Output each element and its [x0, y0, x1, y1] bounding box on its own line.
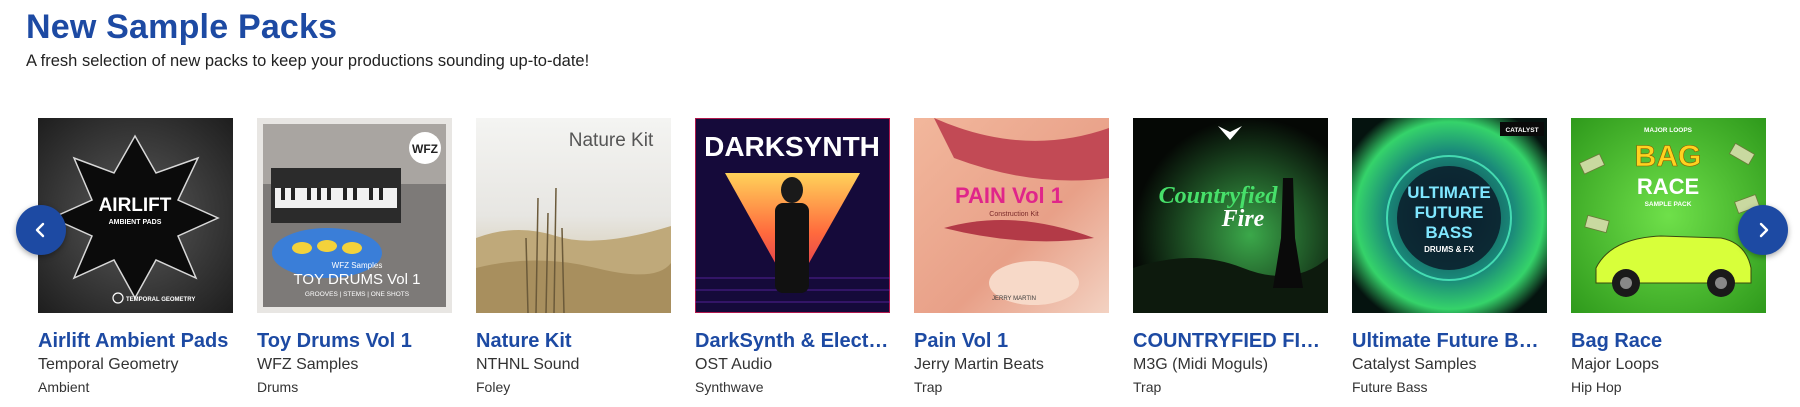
- pack-card[interactable]: AIRLIFT AMBIENT PADS TEMPORAL GEOMETRY A…: [38, 118, 233, 395]
- pack-genre[interactable]: Drums: [257, 379, 452, 395]
- cover-title-text: DARKSYNTH: [704, 131, 880, 162]
- cover-title-text: TOY DRUMS Vol 1: [294, 271, 421, 288]
- cover-title-text: BAG: [1635, 140, 1702, 173]
- sample-pack-carousel: AIRLIFT AMBIENT PADS TEMPORAL GEOMETRY A…: [38, 118, 1778, 398]
- pack-card[interactable]: CATALYST ULTIMATE FUTURE BASS DRUMS & FX…: [1352, 118, 1547, 395]
- carousel-next-button[interactable]: [1738, 205, 1788, 255]
- pack-artist[interactable]: Major Loops: [1571, 356, 1766, 374]
- chevron-right-icon: [1759, 222, 1769, 238]
- pack-title-link[interactable]: Airlift Ambient Pads: [38, 330, 233, 353]
- cover-subtitle-text: SAMPLE PACK: [1645, 201, 1692, 208]
- pack-title-link[interactable]: Toy Drums Vol 1: [257, 330, 452, 353]
- cover-subtitle-text: DRUMS & FX: [1424, 245, 1474, 254]
- section-title: New Sample Packs: [26, 8, 338, 46]
- pack-genre[interactable]: Future Bass: [1352, 379, 1547, 395]
- pack-genre[interactable]: Foley: [476, 379, 671, 395]
- pack-cover-image[interactable]: DARKSYNTH: [695, 118, 890, 313]
- pack-cover-image[interactable]: PAIN Vol 1 Construction Kit JERRY MARTIN: [914, 118, 1109, 313]
- pack-title-link[interactable]: Ultimate Future B…: [1352, 330, 1547, 353]
- pack-title-link[interactable]: Nature Kit: [476, 330, 671, 353]
- cover-title-text: ULTIMATE: [1407, 183, 1490, 202]
- pack-card[interactable]: Nature Kit Nature Kit NTHNL Sound Foley: [476, 118, 671, 395]
- pack-cover-image[interactable]: WFZ WFZ Samples TOY DRUMS Vol 1 GROOVES …: [257, 118, 452, 313]
- pack-card[interactable]: PAIN Vol 1 Construction Kit JERRY MARTIN…: [914, 118, 1109, 395]
- pack-artist[interactable]: Temporal Geometry: [38, 356, 233, 374]
- pack-artist[interactable]: Catalyst Samples: [1352, 356, 1547, 374]
- chevron-left-icon: [35, 222, 45, 238]
- pack-cover-image[interactable]: Nature Kit: [476, 118, 671, 313]
- pack-artist[interactable]: OST Audio: [695, 356, 890, 374]
- section-subtitle: A fresh selection of new packs to keep y…: [26, 52, 590, 70]
- cover-subtitle-text: Fire: [1221, 206, 1265, 232]
- pack-genre[interactable]: Trap: [914, 379, 1109, 395]
- cover-badge-text: WFZ: [412, 142, 438, 156]
- carousel-prev-button[interactable]: [16, 205, 66, 255]
- pack-cover-image[interactable]: Countryfied Fire: [1133, 118, 1328, 313]
- cover-title-text: FUTURE: [1415, 203, 1484, 222]
- cover-title-text: PAIN Vol 1: [955, 183, 1063, 208]
- cover-brand-text: JERRY MARTIN: [992, 296, 1036, 302]
- pack-card[interactable]: Countryfied Fire COUNTRYFIED FI… M3G (Mi…: [1133, 118, 1328, 395]
- cover-title-text: AIRLIFT: [99, 195, 172, 216]
- pack-genre[interactable]: Trap: [1133, 379, 1328, 395]
- cover-brand-text: CATALYST: [1505, 127, 1538, 134]
- pack-artist[interactable]: Jerry Martin Beats: [914, 356, 1109, 374]
- cover-brand-text: MAJOR LOOPS: [1644, 127, 1693, 134]
- cover-title-text: BASS: [1425, 223, 1472, 242]
- cover-label-text: WFZ Samples: [332, 261, 383, 270]
- cover-subtitle-text: AMBIENT PADS: [109, 219, 162, 226]
- pack-cover-image[interactable]: AIRLIFT AMBIENT PADS TEMPORAL GEOMETRY: [38, 118, 233, 313]
- cover-subtitle-text: Construction Kit: [989, 211, 1038, 218]
- pack-artist[interactable]: WFZ Samples: [257, 356, 452, 374]
- pack-card[interactable]: WFZ WFZ Samples TOY DRUMS Vol 1 GROOVES …: [257, 118, 452, 395]
- pack-artist[interactable]: NTHNL Sound: [476, 356, 671, 374]
- pack-card[interactable]: DARKSYNTH DarkSynth & Elect… OST Audio S…: [695, 118, 890, 395]
- pack-artist[interactable]: M3G (Midi Moguls): [1133, 356, 1328, 374]
- pack-title-link[interactable]: Bag Race: [1571, 330, 1766, 353]
- pack-cover-image[interactable]: CATALYST ULTIMATE FUTURE BASS DRUMS & FX: [1352, 118, 1547, 313]
- pack-genre[interactable]: Hip Hop: [1571, 379, 1766, 395]
- cover-subtitle-text: GROOVES | STEMS | ONE SHOTS: [305, 291, 410, 298]
- cover-brand-text: TEMPORAL GEOMETRY: [126, 297, 195, 303]
- pack-genre[interactable]: Ambient: [38, 379, 233, 395]
- pack-title-link[interactable]: DarkSynth & Elect…: [695, 330, 890, 353]
- pack-title-link[interactable]: COUNTRYFIED FI…: [1133, 330, 1328, 353]
- cover-title-text: Nature Kit: [569, 130, 654, 151]
- pack-cover-image[interactable]: MAJOR LOOPS BAG RACE SAMPLE PACK: [1571, 118, 1766, 313]
- cover-title-text: RACE: [1637, 174, 1699, 199]
- pack-card[interactable]: MAJOR LOOPS BAG RACE SAMPLE PACK Bag Rac…: [1571, 118, 1766, 395]
- pack-genre[interactable]: Synthwave: [695, 379, 890, 395]
- pack-title-link[interactable]: Pain Vol 1: [914, 330, 1109, 353]
